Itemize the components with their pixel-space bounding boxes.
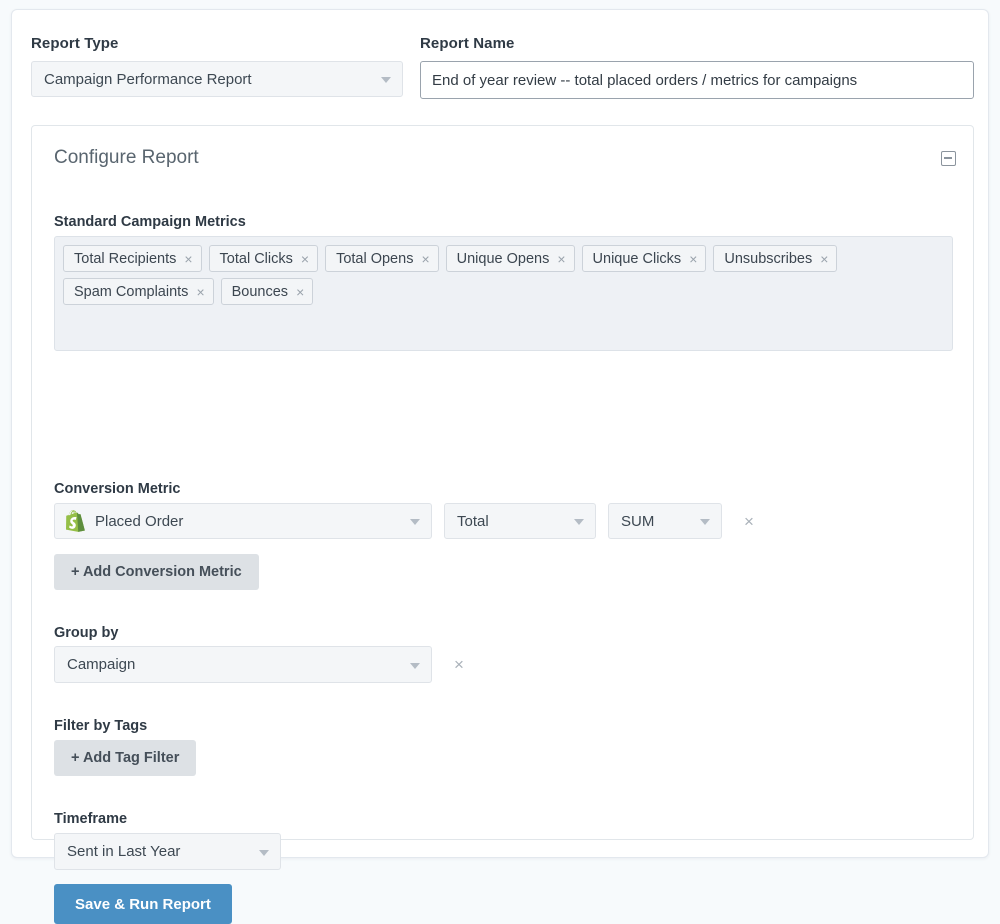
remove-conversion-metric-icon[interactable]: × xyxy=(744,513,754,530)
close-icon[interactable]: × xyxy=(820,252,828,266)
group-by-value: Campaign xyxy=(67,656,135,673)
metric-tag-label: Bounces xyxy=(232,284,288,300)
add-tag-filter-button[interactable]: + Add Tag Filter xyxy=(54,740,196,776)
conversion-metric-value: Placed Order xyxy=(95,513,183,530)
minus-square-icon[interactable] xyxy=(941,151,956,166)
chevron-down-icon xyxy=(259,850,269,856)
metric-tag[interactable]: Unique Opens × xyxy=(446,245,575,272)
close-icon[interactable]: × xyxy=(196,285,204,299)
chevron-down-icon xyxy=(410,519,420,525)
metric-tag-label: Total Recipients xyxy=(74,251,176,267)
configure-report-title: Configure Report xyxy=(54,147,199,169)
chevron-down-icon xyxy=(410,663,420,669)
metric-tag-label: Spam Complaints xyxy=(74,284,188,300)
metric-tag[interactable]: Total Recipients × xyxy=(63,245,202,272)
add-conversion-metric-button[interactable]: + Add Conversion Metric xyxy=(54,554,259,590)
close-icon[interactable]: × xyxy=(421,252,429,266)
timeframe-value: Sent in Last Year xyxy=(67,843,180,860)
close-icon[interactable]: × xyxy=(184,252,192,266)
group-by-row: Campaign × xyxy=(54,646,464,683)
metric-tag-label: Unsubscribes xyxy=(724,251,812,267)
metric-tag-label: Unique Opens xyxy=(457,251,550,267)
conversion-metric-select[interactable]: Placed Order xyxy=(54,503,432,539)
conversion-measure-select[interactable]: Total xyxy=(444,503,596,539)
report-builder-card: Report Type Campaign Performance Report … xyxy=(11,9,989,858)
report-name-label: Report Name xyxy=(420,35,974,52)
report-type-field: Report Type Campaign Performance Report xyxy=(31,35,403,97)
report-name-field: Report Name xyxy=(420,35,974,99)
metric-tag[interactable]: Bounces × xyxy=(221,278,314,305)
standard-metrics-label: Standard Campaign Metrics xyxy=(54,214,246,230)
metric-tag-label: Total Opens xyxy=(336,251,413,267)
metric-tag-label: Total Clicks xyxy=(220,251,293,267)
conversion-aggregation-value: SUM xyxy=(621,513,654,530)
timeframe-select[interactable]: Sent in Last Year xyxy=(54,833,281,870)
close-icon[interactable]: × xyxy=(301,252,309,266)
metric-tag[interactable]: Unsubscribes × xyxy=(713,245,837,272)
conversion-aggregation-select[interactable]: SUM xyxy=(608,503,722,539)
metric-tag[interactable]: Unique Clicks × xyxy=(582,245,707,272)
conversion-metric-row: Placed Order Total SUM × xyxy=(54,503,754,539)
standard-metrics-container[interactable]: Total Recipients × Total Clicks × Total … xyxy=(54,236,953,351)
group-by-select[interactable]: Campaign xyxy=(54,646,432,683)
remove-group-by-icon[interactable]: × xyxy=(454,656,464,673)
report-type-label: Report Type xyxy=(31,35,403,52)
report-type-select[interactable]: Campaign Performance Report xyxy=(31,61,403,97)
report-type-value: Campaign Performance Report xyxy=(44,71,252,88)
chevron-down-icon xyxy=(381,77,391,83)
configure-report-panel: Configure Report Standard Campaign Metri… xyxy=(31,125,974,840)
timeframe-label: Timeframe xyxy=(54,811,127,827)
chevron-down-icon xyxy=(700,519,710,525)
filter-by-tags-label: Filter by Tags xyxy=(54,718,147,734)
save-and-run-report-button[interactable]: Save & Run Report xyxy=(54,884,232,924)
metric-tag[interactable]: Spam Complaints × xyxy=(63,278,214,305)
conversion-measure-value: Total xyxy=(457,513,489,530)
close-icon[interactable]: × xyxy=(557,252,565,266)
metric-tag[interactable]: Total Opens × xyxy=(325,245,439,272)
metric-tag-label: Unique Clicks xyxy=(593,251,682,267)
close-icon[interactable]: × xyxy=(296,285,304,299)
metrics-tag-list: Total Recipients × Total Clicks × Total … xyxy=(63,245,944,305)
conversion-metric-label: Conversion Metric xyxy=(54,481,181,497)
chevron-down-icon xyxy=(574,519,584,525)
group-by-label: Group by xyxy=(54,625,118,641)
metric-tag[interactable]: Total Clicks × xyxy=(209,245,319,272)
close-icon[interactable]: × xyxy=(689,252,697,266)
report-name-input[interactable] xyxy=(420,61,974,99)
shopify-bag-icon xyxy=(66,510,85,532)
